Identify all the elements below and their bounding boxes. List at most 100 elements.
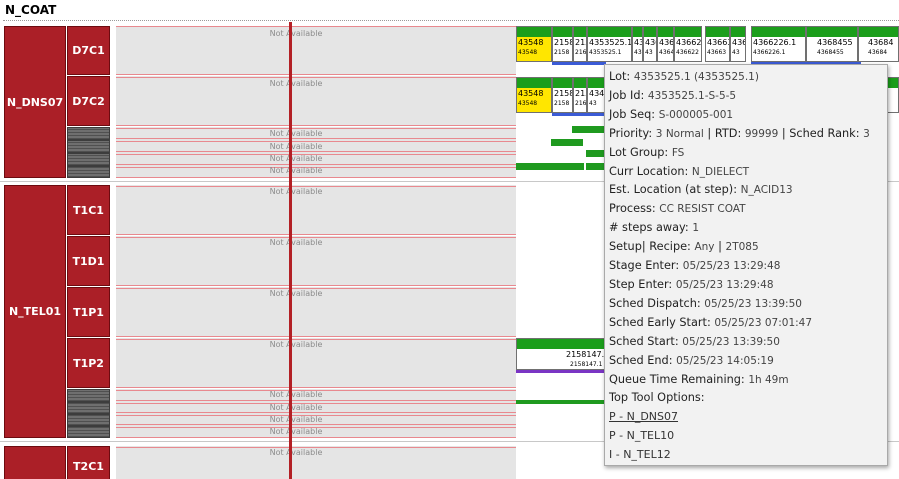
tooltip-curr-location-row: Curr Location: N_DIELECT <box>609 163 887 182</box>
lot-box[interactable]: 2158 2158 <box>552 77 573 113</box>
activity-bar[interactable] <box>516 400 606 404</box>
not-available-label: Not Available <box>269 415 323 424</box>
lane-border <box>116 424 516 425</box>
tooltip-value: FS <box>671 146 685 159</box>
tool-option: P - N_TEL10 <box>609 429 675 443</box>
tool-t1c1[interactable]: T1C1 <box>67 185 110 235</box>
tooltip-label: Process: <box>609 202 656 216</box>
lot-box[interactable]: 4366226.1 4366226.1 <box>751 26 806 62</box>
tool-chamber-slot <box>67 153 110 166</box>
lot-stripe <box>552 62 606 65</box>
tooltip-label: Job Id: <box>609 88 645 102</box>
tooltip-value: 1h 49m <box>748 373 789 386</box>
activity-bar[interactable] <box>516 163 584 170</box>
lot-id: 4364 <box>659 38 674 47</box>
lot-tooltip: Lot: 4353525.1 (4353525.1) Job Id: 43535… <box>604 64 888 466</box>
lot-id: 436 <box>634 38 642 47</box>
tooltip-label: Est. Location (at step): <box>609 183 738 197</box>
lot-id: 4368455 <box>817 38 853 47</box>
activity-bar[interactable] <box>586 150 606 157</box>
lot-id: 436622 <box>676 38 702 47</box>
tooltip-value: CC RESIST COAT <box>659 203 746 216</box>
lot-sub-id: 2158 <box>554 49 570 56</box>
tooltip-label: Top Tool Options: <box>609 391 705 405</box>
tooltip-value: Any <box>694 241 715 254</box>
tool-t1p1[interactable]: T1P1 <box>67 287 110 337</box>
activity-bar[interactable] <box>586 163 606 170</box>
lane-border <box>116 151 516 152</box>
group-n-dns07[interactable]: N_DNS07 <box>4 26 66 178</box>
tool-t1p2[interactable]: T1P2 <box>67 338 110 388</box>
tooltip-label: Sched Start: <box>609 334 679 348</box>
not-available-label: Not Available <box>269 427 323 436</box>
lot-sub-id: 4366226.1 <box>753 49 786 56</box>
lot-box[interactable]: 43684 43684 <box>858 26 899 62</box>
lot-box[interactable]: 4364 4364 <box>657 26 674 62</box>
tooltip-label: RTD: <box>714 126 742 140</box>
tooltip-value: 05/25/23 07:01:47 <box>714 316 813 329</box>
lot-id: 436 <box>732 38 746 47</box>
lot-box[interactable]: 2158147.1 2158147.1 <box>516 338 606 370</box>
lot-sub-id: 43548 <box>518 100 538 107</box>
tooltip-value: 2T085 <box>725 241 759 254</box>
tooltip-value: 05/25/23 13:29:48 <box>682 260 781 273</box>
tooltip-value: N_ACID13 <box>740 184 793 197</box>
tooltip-sched-dispatch-row: Sched Dispatch: 05/25/23 13:39:50 <box>609 295 887 314</box>
lot-id: 43548 <box>518 89 544 98</box>
lot-box[interactable]: 436622 436622 <box>674 26 702 62</box>
not-available-label: Not Available <box>269 187 323 196</box>
group-n-tel01[interactable]: N_TEL01 <box>4 185 66 438</box>
lot-box[interactable]: 4368455 4368455 <box>806 26 858 62</box>
tooltip-value: 05/25/23 13:39:50 <box>704 297 802 310</box>
lane-border <box>116 336 516 337</box>
lane-border <box>116 400 516 401</box>
not-available-label: Not Available <box>269 29 323 38</box>
tool-chamber-slot <box>67 426 110 438</box>
lot-sub-id: 2158147.1 <box>570 361 603 368</box>
tool-option: I - N_TEL12 <box>609 448 671 462</box>
activity-bar[interactable] <box>572 126 605 133</box>
lot-box[interactable]: 215216 <box>573 26 587 62</box>
tool-chamber-slot <box>67 127 110 140</box>
lot-box[interactable]: 43548 43548 <box>516 77 552 113</box>
lot-box[interactable]: 43643 <box>730 26 746 62</box>
not-available-label: Not Available <box>269 340 323 349</box>
lot-box[interactable]: 43548 43548 <box>516 26 552 62</box>
lot-sub-id: 43 <box>634 49 642 56</box>
tooltip-label: Curr Location: <box>609 164 689 178</box>
tooltip-label: Stage Enter: <box>609 259 680 273</box>
schedule-view: N_COAT N_DNS07 N_TEL01 D7C1 D7C2 T1C1 T1… <box>0 0 899 479</box>
lot-box[interactable]: 4353525.1 4353525.1 <box>587 26 632 62</box>
tooltip-sched-start-row: Sched Start: 05/25/23 13:39:50 <box>609 333 887 352</box>
tooltip-value: 3 Normal <box>655 127 704 140</box>
tooltip-job-seq-row: Job Seq: S-000005-001 <box>609 106 887 125</box>
tooltip-value: 3 <box>863 127 870 140</box>
lane-border <box>116 164 516 165</box>
tool-chamber-slot <box>67 402 110 414</box>
group-n-tel02[interactable] <box>4 446 66 479</box>
tool-chamber-slot <box>67 414 110 426</box>
tooltip-value: 05/25/23 14:05:19 <box>676 354 774 367</box>
tooltip-label: Sched Rank: <box>789 126 860 140</box>
tool-t1d1[interactable]: T1D1 <box>67 236 110 286</box>
tooltip-option-row: P - N_DNS07 <box>609 408 887 427</box>
lane-border <box>116 138 516 139</box>
lot-box[interactable]: 43663 43663 <box>705 26 730 62</box>
tool-option-link[interactable]: P - N_DNS07 <box>609 410 678 423</box>
tool-d7c2[interactable]: D7C2 <box>67 76 110 126</box>
not-available-label: Not Available <box>269 79 323 88</box>
tooltip-option-row: I - N_TEL12 <box>609 446 887 465</box>
lane-border <box>116 437 516 438</box>
lot-sub-id: 43548 <box>518 49 538 56</box>
lot-box[interactable]: 43643 <box>632 26 643 62</box>
tool-d7c1[interactable]: D7C1 <box>67 26 110 75</box>
lane-border <box>116 74 516 75</box>
lot-box[interactable]: 215216 <box>573 77 587 113</box>
tool-t2c1[interactable]: T2C1 <box>67 446 110 479</box>
lot-sub-id: 43 <box>645 49 653 56</box>
lot-id: 215 <box>575 38 586 47</box>
lot-box[interactable]: 434 43 <box>587 77 605 113</box>
activity-bar[interactable] <box>551 139 583 146</box>
lot-box[interactable]: 2158 2158 <box>552 26 573 62</box>
lot-box[interactable]: 43643 <box>643 26 657 62</box>
